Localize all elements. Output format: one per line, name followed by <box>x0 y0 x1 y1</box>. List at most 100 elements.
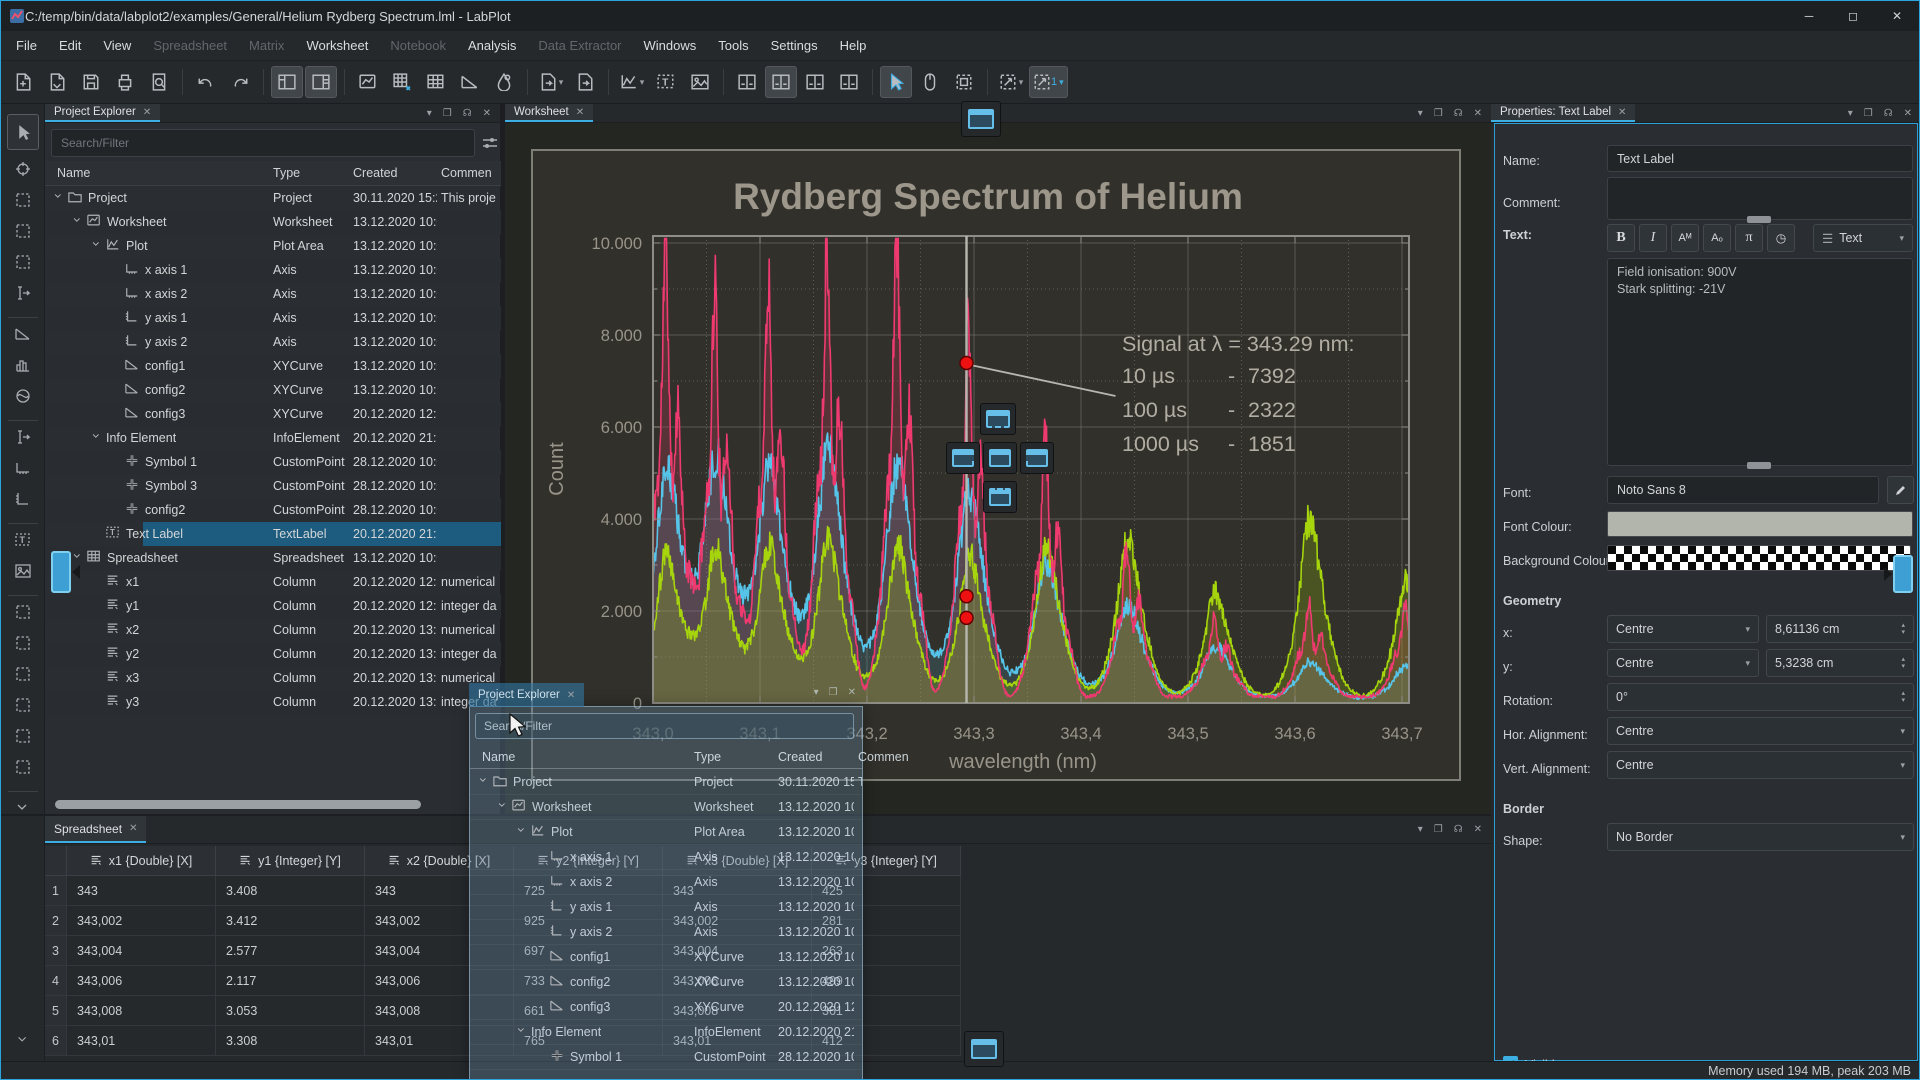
name-field[interactable]: Text Label <box>1607 145 1913 172</box>
menu-worksheet[interactable]: Worksheet <box>295 31 379 60</box>
menu-edit[interactable]: Edit <box>48 31 92 60</box>
tree-row-x3[interactable]: x3Column20.12.2020 13:56numerical <box>45 666 501 690</box>
tree-row-config1[interactable]: config1XYCurve13.12.2020 10:09 <box>45 354 501 378</box>
menu-file[interactable]: File <box>5 31 48 60</box>
expander-icon[interactable] <box>91 431 102 445</box>
auto-scale-button[interactable]: ▾ <box>995 66 1027 98</box>
horizontal-scrollbar[interactable] <box>55 800 421 809</box>
text-content-field[interactable]: Field ionisation: 900VStark splitting: -… <box>1607 258 1913 466</box>
cell[interactable]: 3.412 <box>216 906 365 936</box>
tree-row-config2[interactable]: config2XYCurve13.12.2020 10:11 <box>470 970 862 995</box>
tree-row-plot[interactable]: PlotPlot Area13.12.2020 10:01 <box>470 820 862 845</box>
print-button[interactable] <box>109 66 141 98</box>
close-button[interactable]: ✕ <box>1875 1 1919 31</box>
search-input[interactable]: Search/Filter <box>51 129 475 157</box>
font-edit-button[interactable] <box>1887 476 1914 504</box>
column-header[interactable]: x1 {Double} [X] <box>67 846 216 876</box>
menu-view[interactable]: View <box>92 31 142 60</box>
tree-row-config1[interactable]: config1XYCurve13.12.2020 10:09 <box>470 945 862 970</box>
tree-row-info-element[interactable]: Info ElementInfoElement20.12.2020 21:15 <box>45 426 501 450</box>
close-icon[interactable]: ✕ <box>848 687 856 698</box>
new-matrix-button[interactable] <box>420 66 452 98</box>
fourier-icon[interactable] <box>12 385 34 407</box>
cell[interactable]: 2.117 <box>216 966 365 996</box>
chevron-down-icon[interactable]: ▾ <box>1418 824 1423 835</box>
expander-icon[interactable] <box>72 551 83 565</box>
tab-spreadsheet[interactable]: Spreadsheet ✕ <box>45 816 146 843</box>
close-icon[interactable]: ✕ <box>129 823 137 834</box>
floating-project-explorer[interactable]: Project Explorer ✕ ▾ ❐ ✕ Search/Filter N… <box>469 706 863 1080</box>
tree-row-project[interactable]: ProjectProject30.11.2020 15:23This proje <box>470 770 862 795</box>
tree-row-y-axis-2[interactable]: y axis 2Axis13.12.2020 10:01 <box>45 330 501 354</box>
bold-button[interactable]: B <box>1607 224 1635 252</box>
float-icon[interactable]: ❐ <box>829 687 838 698</box>
tree-row-project[interactable]: ProjectProject30.11.2020 15:23This proje <box>45 186 501 210</box>
row-number[interactable]: 2 <box>45 906 67 936</box>
tree-row-y1[interactable]: y1Column20.12.2020 12:39integer da <box>45 594 501 618</box>
chevron-down-icon[interactable]: ▾ <box>1418 108 1423 119</box>
tree-row-config2[interactable]: config2XYCurve13.12.2020 10:11 <box>45 378 501 402</box>
layout-vertical-button[interactable] <box>731 66 763 98</box>
overflow-chevron-icon[interactable] <box>12 1029 34 1051</box>
tree-row-text-label[interactable]: TText LabelTextLabel20.12.2020 21:13 <box>45 522 501 546</box>
tree-row-config3[interactable]: config3XYCurve20.12.2020 12:39 <box>45 402 501 426</box>
tree-row-worksheet[interactable]: WorksheetWorksheet13.12.2020 10:01 <box>45 210 501 234</box>
tab-project-explorer[interactable]: Project Explorer ✕ <box>45 104 160 122</box>
row-number[interactable]: 6 <box>45 1026 67 1056</box>
y-offset-spinbox[interactable]: 5,3238 cm▴▾ <box>1766 649 1914 677</box>
superscript-button[interactable]: Aᴹ <box>1671 224 1699 252</box>
tree-row-config3[interactable]: config3XYCurve20.12.2020 12:39 <box>470 995 862 1020</box>
expander-icon[interactable] <box>91 239 102 253</box>
tree-row-info-element[interactable]: Info ElementInfoElement20.12.2020 21:15 <box>470 1020 862 1045</box>
undo-button[interactable] <box>190 66 222 98</box>
crosshair-icon[interactable] <box>12 158 34 180</box>
close-icon[interactable]: ✕ <box>143 107 151 118</box>
tab-floating-project-explorer[interactable]: Project Explorer ✕ <box>469 683 584 707</box>
tab-worksheet[interactable]: Worksheet ✕ <box>505 104 593 122</box>
cell[interactable]: 343,006 <box>67 966 216 996</box>
tree-row-worksheet[interactable]: WorksheetWorksheet13.12.2020 10:01 <box>470 795 862 820</box>
menu-windows[interactable]: Windows <box>633 31 708 60</box>
resize-handle[interactable] <box>1747 462 1771 469</box>
import-button[interactable]: ▾ <box>535 66 567 98</box>
maximize-button[interactable]: ◻ <box>1831 1 1875 31</box>
close-icon[interactable]: ✕ <box>483 108 491 119</box>
close-icon[interactable]: ✕ <box>1474 108 1482 119</box>
float-icon[interactable]: ❐ <box>443 108 452 119</box>
new-datapicker-button[interactable] <box>454 66 486 98</box>
text-mode-combo[interactable]: ☰ Text ▾ <box>1813 224 1913 252</box>
column-header[interactable]: y1 {Integer} [Y] <box>216 846 365 876</box>
axis-bottom-icon[interactable] <box>12 457 34 479</box>
pin-icon[interactable]: ☊ <box>463 108 472 119</box>
expander-icon[interactable] <box>516 1025 527 1039</box>
rotation-spinbox[interactable]: 0°▴▾ <box>1607 683 1914 711</box>
color-maps-button[interactable] <box>488 66 520 98</box>
row-number[interactable]: 5 <box>45 996 67 1026</box>
expander-icon[interactable] <box>516 825 527 839</box>
tab-properties[interactable]: Properties: Text Label ✕ <box>1491 104 1635 122</box>
tree-row-y-axis-2[interactable]: y axis 2Axis13.12.2020 10:01 <box>470 920 862 945</box>
toggle-project-explorer-button[interactable] <box>271 66 303 98</box>
expander-icon[interactable] <box>53 191 64 205</box>
subscript-button[interactable]: Aₒ <box>1703 224 1731 252</box>
expander-icon[interactable] <box>478 775 489 789</box>
italic-button[interactable]: I <box>1639 224 1667 252</box>
close-icon[interactable]: ✕ <box>1904 108 1912 119</box>
symbols-button[interactable]: π <box>1735 224 1763 252</box>
close-icon[interactable]: ✕ <box>576 107 584 118</box>
pin-icon[interactable]: ☊ <box>1454 108 1463 119</box>
axis-icon[interactable] <box>12 426 34 448</box>
background-colour-swatch[interactable] <box>1607 545 1911 571</box>
zoom-mouse-button[interactable] <box>914 66 946 98</box>
menu-help[interactable]: Help <box>829 31 878 60</box>
close-icon[interactable]: ✕ <box>1474 824 1482 835</box>
tree-row-x-axis-2[interactable]: x axis 2Axis13.12.2020 10:01 <box>45 282 501 306</box>
tree-row-y-axis-1[interactable]: y axis 1Axis13.12.2020 10:01 <box>470 895 862 920</box>
print-preview-button[interactable] <box>143 66 175 98</box>
save-button[interactable] <box>75 66 107 98</box>
filter-options-icon[interactable] <box>481 134 499 152</box>
xy-curve-icon[interactable] <box>12 323 34 345</box>
new-plot-button[interactable]: ▾ <box>616 66 648 98</box>
text-frame-icon[interactable]: T <box>12 529 34 551</box>
row-number[interactable]: 3 <box>45 936 67 966</box>
